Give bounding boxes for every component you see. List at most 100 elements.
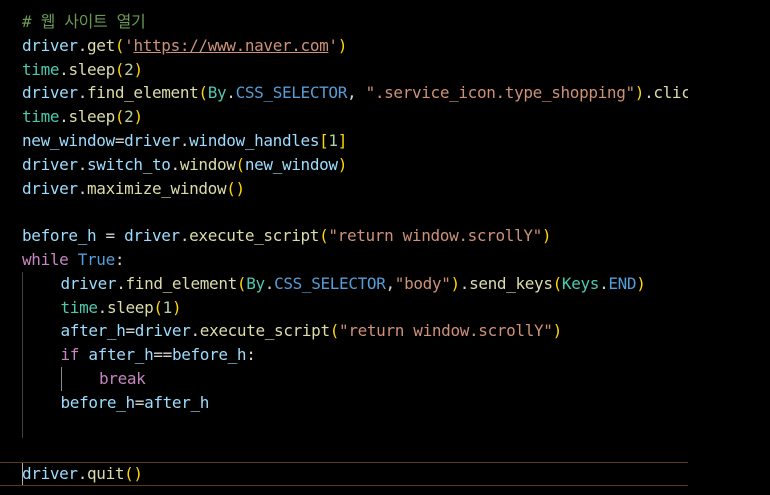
code-token-variable: after_h	[88, 345, 154, 365]
code-token-function: window	[179, 154, 236, 174]
code-token-plain: =	[134, 392, 145, 412]
code-token-plain: .	[190, 321, 200, 341]
code-token-plain: =	[114, 130, 125, 150]
code-token-plain: .	[226, 83, 236, 103]
code-token-plain: .	[599, 273, 609, 293]
code-token-plain: .	[77, 178, 88, 198]
code-token-plain: .	[77, 154, 88, 174]
code-line[interactable]: time.sleep(1)	[0, 295, 688, 320]
code-line[interactable]: driver.find_element(By.CSS_SELECTOR,"bod…	[0, 271, 688, 296]
code-line[interactable]: # 웹 사이트 열기	[0, 10, 688, 34]
code-token-variable: driver	[124, 226, 180, 246]
code-line-content: driver.quit()	[22, 464, 143, 483]
code-token-bracket1: (	[235, 154, 246, 174]
code-line-content: while True:	[22, 249, 125, 269]
code-token-class: By	[246, 273, 265, 293]
code-line-content: new_window=driver.window_handles[1]	[22, 131, 347, 150]
code-line[interactable]: driver.get('https://www.naver.com')	[0, 34, 688, 58]
code-editor[interactable]: # 웹 사이트 열기 driver.get('https://www.naver.…	[0, 0, 770, 495]
code-token-bracket1: (	[198, 83, 208, 103]
code-token-class: Keys	[561, 273, 600, 293]
code-line[interactable]: driver.maximize_window()	[0, 177, 688, 201]
code-token-plain: =	[96, 226, 125, 246]
indent-guide	[22, 271, 23, 296]
code-token-comment: # 웹 사이트 열기	[22, 12, 146, 31]
code-text-area[interactable]: # 웹 사이트 열기 driver.get('https://www.naver.…	[0, 10, 688, 495]
code-line[interactable]	[0, 200, 688, 224]
code-token-bracket1: (	[319, 226, 329, 246]
code-line[interactable]	[0, 438, 688, 462]
code-token-variable: switch_to	[87, 154, 171, 174]
code-token-string: ".service_icon.type_shopping"	[365, 83, 636, 103]
code-line[interactable]	[0, 414, 688, 439]
code-token-bracket1: ()	[226, 178, 245, 198]
code-line[interactable]: after_h=driver.execute_script("return wi…	[0, 319, 688, 344]
code-token-variable: before_h	[60, 392, 136, 412]
code-line[interactable]: before_h=after_h	[0, 390, 688, 415]
indent-guide	[22, 366, 23, 391]
code-line-content: if after_h==before_h:	[22, 345, 256, 364]
code-token-bracket1: )	[133, 107, 143, 127]
code-token-plain: ,	[385, 273, 395, 293]
code-token-variable: driver	[22, 464, 78, 484]
code-token-string: '	[328, 35, 338, 55]
code-token-function: sleep	[68, 107, 115, 127]
code-token-function: quit	[87, 464, 125, 484]
code-token-plain: :	[114, 249, 125, 269]
code-token-class: By	[207, 83, 227, 103]
code-line-content: time.sleep(2)	[22, 60, 143, 79]
code-token-variable: new_window	[22, 130, 115, 150]
code-token-bracket1: (	[114, 35, 125, 55]
code-token-class: time	[22, 107, 60, 127]
code-token-bracket1: )	[634, 83, 645, 103]
code-token-function: find_element	[125, 273, 238, 293]
code-token-function: find_element	[87, 83, 199, 103]
code-token-bracket1: )	[541, 226, 552, 246]
code-line[interactable]: driver.switch_to.window(new_window)	[0, 153, 688, 177]
code-line-content: time.sleep(2)	[22, 107, 143, 126]
code-line[interactable]: driver.find_element(By.CSS_SELECTOR, ".s…	[0, 81, 688, 105]
code-line[interactable]: time.sleep(2)	[0, 58, 688, 82]
code-token-plain: ==	[153, 345, 172, 365]
code-line-content: # 웹 사이트 열기	[22, 12, 146, 31]
code-token-bracket1: (	[153, 297, 163, 317]
code-line[interactable]: time.sleep(2)	[0, 105, 688, 129]
vertical-scrollbar[interactable]	[756, 0, 770, 495]
code-token-function: execute_script	[199, 321, 330, 341]
code-token-class: time	[60, 297, 98, 317]
code-line-content: driver.find_element(By.CSS_SELECTOR,"bod…	[22, 274, 646, 293]
code-token-class: time	[22, 59, 60, 79]
code-token-number: 1	[162, 297, 173, 317]
code-line-current[interactable]: driver.quit()	[0, 462, 688, 486]
code-line[interactable]: break	[0, 366, 688, 391]
code-line[interactable]: while True:	[0, 248, 688, 272]
code-token-bracket1: )	[337, 154, 348, 174]
code-token-variable: new_window	[244, 154, 338, 174]
code-token-plain: .	[77, 83, 88, 103]
indent-guide	[22, 343, 23, 367]
code-token-function: get	[87, 35, 115, 55]
code-token-plain: .	[116, 273, 126, 293]
code-line-content: break	[22, 368, 146, 388]
code-token-constant: END	[608, 273, 637, 293]
code-token-bracket1: )	[552, 321, 563, 341]
code-line[interactable]: new_window=driver.window_handles[1]	[0, 129, 688, 153]
code-token-plain: .	[179, 226, 190, 246]
code-token-plain: .	[459, 273, 470, 293]
code-token-bracket1: (	[114, 59, 125, 79]
code-token-plain: .	[77, 464, 88, 484]
code-line-content: before_h=after_h	[22, 392, 210, 412]
code-line[interactable]: before_h = driver.execute_script("return…	[0, 224, 688, 248]
code-token-keyword: break	[99, 368, 146, 388]
code-token-bracket1: )	[171, 297, 182, 317]
code-token-bracket1: (	[329, 321, 340, 341]
code-token-plain: .	[644, 83, 654, 103]
code-line[interactable]: if after_h==before_h:	[0, 343, 688, 367]
code-token-plain: :	[246, 345, 256, 365]
code-token-plain: ,	[346, 83, 366, 103]
code-token-bracket1: (	[236, 273, 247, 293]
code-token-keyword: if	[60, 345, 80, 365]
code-token-constant: CSS_SELECTOR	[235, 83, 348, 103]
code-token-variable: driver	[60, 273, 117, 293]
